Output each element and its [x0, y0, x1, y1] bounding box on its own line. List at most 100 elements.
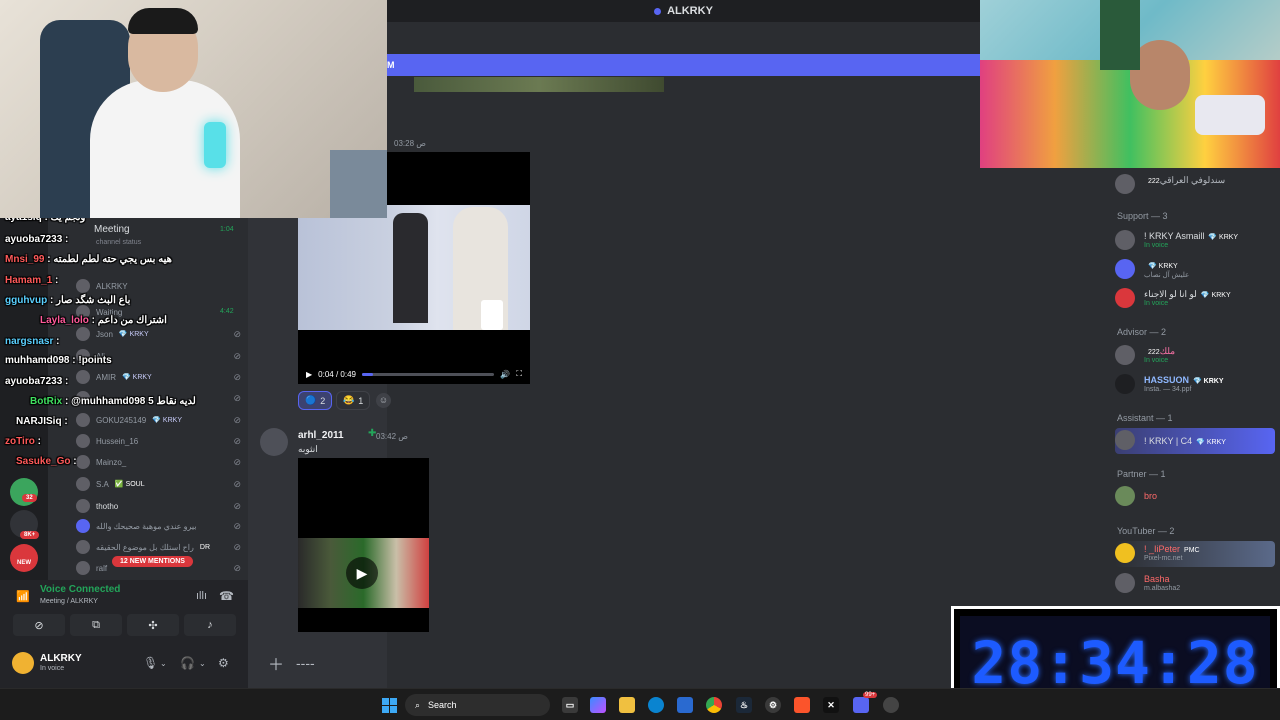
chat-user: BotRix — [30, 396, 63, 407]
taskbar-search[interactable]: ⌕ Search — [405, 694, 550, 716]
voice-user[interactable]: thotho ⊘ — [76, 496, 241, 516]
add-attachment-icon[interactable]: ＋ — [268, 651, 284, 675]
image-preview-strip[interactable] — [414, 77, 664, 92]
new-mentions-pill[interactable]: 12 NEW MENTIONS — [112, 556, 193, 567]
screen-share-button[interactable]: ⧉ — [70, 614, 122, 636]
member-item[interactable]: bro — [1115, 484, 1275, 510]
avatar[interactable] — [260, 428, 288, 456]
member-item[interactable]: 💎 KRKY عليش آل نصاب — [1115, 257, 1275, 283]
voice-user-name: ralf — [96, 563, 108, 573]
voice-user[interactable]: Json 💎 KRKY ⊘ — [76, 324, 241, 344]
member-item[interactable]: HASSUON 💎 KRKY Insta. — 34.ppf — [1115, 372, 1275, 398]
role-badge: 222 — [1148, 349, 1160, 356]
message-author[interactable]: arhl_2011 — [298, 430, 344, 441]
member-item[interactable]: ! _IiPeter PMC Pixel-mc.net — [1115, 541, 1275, 567]
avatar — [76, 561, 90, 575]
steam-icon[interactable]: ♨ — [736, 697, 752, 713]
chrome-icon[interactable] — [706, 697, 722, 713]
chat-user: ayuoba7233 — [5, 376, 63, 387]
reaction-laugh[interactable]: 😂 1 — [336, 391, 371, 410]
avatar — [76, 455, 90, 469]
role-badge: 💎 KRKY — [152, 417, 182, 424]
settings-icon[interactable]: ⚙ — [765, 697, 781, 713]
channel-status[interactable]: channel status — [96, 239, 141, 246]
avatar — [76, 434, 90, 448]
chat-text: !points — [78, 355, 112, 366]
store-icon[interactable] — [677, 697, 693, 713]
mic-shape — [481, 300, 503, 330]
microphone-icon[interactable]: 🎙 — [143, 656, 158, 670]
disconnect-icon[interactable]: ☎ — [219, 589, 234, 603]
voice-user[interactable]: بيرو عندي موهبة صحيحك والله ⊘ — [76, 516, 241, 536]
soundboard-button[interactable]: ♪ — [184, 614, 236, 636]
chevron-down-icon[interactable]: ⌄ — [160, 659, 167, 668]
activities-button[interactable]: ✣ — [127, 614, 179, 636]
member-item[interactable]: ملك222 In voice — [1115, 343, 1275, 369]
play-button[interactable]: ▶ — [346, 557, 378, 589]
overlay-chat-line: zoTiro : — [5, 436, 41, 447]
avatar — [1115, 230, 1135, 250]
overlay-chat-line: Sasuke_Go : — [16, 456, 77, 467]
voice-user[interactable]: راح استلك بل موضوع الحقيقه DR ⊘ — [76, 537, 241, 557]
message-timestamp: 03:28 ص — [394, 139, 426, 148]
message-composer[interactable]: ＋ ---- — [260, 648, 960, 678]
discord-icon[interactable] — [853, 697, 869, 713]
voice-channel-link[interactable]: Meeting / ALKRKY — [40, 598, 98, 605]
noise-suppression-icon[interactable]: ıllı — [196, 590, 207, 602]
avatar — [1115, 430, 1135, 450]
app-icon[interactable] — [883, 697, 899, 713]
member-item[interactable]: سندلوفي العراقي222 — [1115, 172, 1275, 198]
fullscreen-icon[interactable]: ⛶ — [516, 369, 522, 379]
avatar — [1115, 288, 1135, 308]
member-item[interactable]: ! KRKY | C4 💎 KRKY — [1115, 428, 1275, 454]
video-progress[interactable] — [361, 372, 495, 376]
overlay-chat-line: nargsnasr : — [5, 336, 60, 347]
brave-icon[interactable] — [794, 697, 810, 713]
camera-button[interactable]: ⊘ — [13, 614, 65, 636]
member-item[interactable]: Basha m.albasha2 — [1115, 571, 1275, 597]
chat-user: nargsnasr — [5, 336, 54, 347]
signal-icon[interactable]: 📶 — [16, 590, 30, 603]
chat-user: Mnsi_99 — [5, 254, 45, 265]
avatar — [1115, 543, 1135, 563]
mute-icon: ⊘ — [233, 328, 241, 339]
task-view-icon[interactable]: ▭ — [562, 697, 578, 713]
user-name[interactable]: ALKRKY — [40, 653, 82, 664]
edge-icon[interactable] — [648, 697, 664, 713]
volume-icon[interactable]: 🔊 — [500, 370, 510, 379]
play-icon[interactable]: ▶ — [306, 370, 312, 379]
mute-icon: ⊘ — [233, 435, 241, 446]
voice-user[interactable]: Hussein_16 ⊘ — [76, 431, 241, 451]
copilot-icon[interactable] — [590, 697, 606, 713]
member-item[interactable]: لو انا لو الاجناء 💎 KRKY In voice — [1115, 286, 1275, 312]
file-explorer-icon[interactable] — [619, 697, 635, 713]
capcut-icon[interactable]: ✕ — [823, 697, 839, 713]
voice-user[interactable]: AMIR 💎 KRKY ⊘ — [76, 367, 241, 387]
chat-user: gguhvup — [5, 295, 48, 306]
reaction-emoji: 😂 — [343, 395, 355, 405]
avatar[interactable] — [12, 652, 34, 674]
title-bar: ALKRKY — [387, 0, 980, 22]
voice-user[interactable]: ALKRKY — [76, 276, 241, 296]
notice-banner[interactable]: M — [387, 54, 980, 76]
soundboard-icon: ♪ — [207, 619, 213, 631]
avatar — [76, 279, 90, 293]
avatar — [1115, 374, 1135, 394]
video-controls: ▶ 0:04 / 0:49 🔊 ⛶ — [298, 363, 530, 385]
video-frame[interactable] — [298, 205, 530, 330]
role-badge: 💎 KRKY — [1200, 292, 1231, 299]
headphones-icon[interactable]: 🎧 — [180, 656, 195, 670]
avatar — [1115, 573, 1135, 593]
voice-user[interactable]: GOKU245149 💎 KRKY ⊘ — [76, 410, 241, 430]
member-item[interactable]: ! KRKY Asmaill 💎 KRKY In voice — [1115, 228, 1275, 254]
gear-icon[interactable]: ⚙ — [218, 656, 229, 670]
overlay-chat-line: ayuoba7233 : — [5, 376, 69, 387]
windows-start-icon[interactable] — [382, 698, 397, 713]
voice-user[interactable]: S.A ✅ SOUL ⊘ — [76, 474, 241, 494]
member-name-text: HASSUON — [1144, 375, 1190, 385]
voice-user[interactable]: Mainzo_ ⊘ — [76, 452, 241, 472]
reaction-blue[interactable]: 🔵 2 — [298, 391, 333, 410]
voice-channel-title[interactable]: Meeting — [94, 224, 130, 235]
chevron-down-icon[interactable]: ⌄ — [199, 659, 206, 668]
add-reaction-icon[interactable]: ☺ — [376, 393, 391, 408]
